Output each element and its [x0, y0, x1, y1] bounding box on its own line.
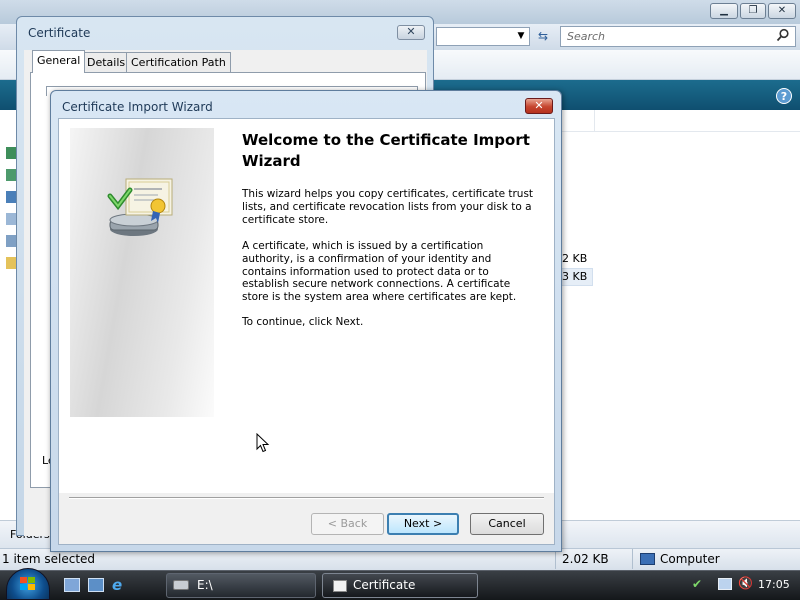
taskbar-item-label: Certificate — [353, 578, 416, 592]
cancel-button[interactable]: Cancel — [470, 513, 544, 535]
wizard-side-banner — [70, 128, 214, 417]
switch-windows-icon[interactable] — [88, 578, 104, 592]
wizard-description-text: A certificate, which is issued by a cert… — [242, 240, 517, 304]
network-icon[interactable] — [718, 578, 732, 590]
tab-details[interactable]: Details — [82, 52, 131, 72]
status-location: Computer — [660, 552, 720, 566]
drive-icon — [173, 580, 189, 590]
wizard-separator — [69, 497, 544, 499]
status-divider — [632, 549, 633, 569]
wizard-heading: Welcome to the Certificate Import Wizard — [242, 131, 530, 170]
tray-app-icon[interactable]: ✔ — [692, 577, 706, 591]
nav-item-icon[interactable] — [6, 213, 16, 225]
chevron-down-icon[interactable]: ▼ — [512, 27, 530, 46]
file-size: 3 KB — [562, 270, 588, 283]
wizard-instruction-text: To continue, click Next. — [242, 316, 364, 328]
refresh-icon[interactable]: ⇆ — [532, 27, 554, 46]
taskbar-item-certificate[interactable]: Certificate — [322, 573, 478, 598]
minimize-button[interactable]: ▁ — [710, 3, 738, 19]
wizard-close-button[interactable]: ✕ — [525, 98, 553, 114]
start-button[interactable] — [6, 568, 50, 600]
help-icon[interactable]: ? — [776, 88, 792, 104]
column-divider[interactable] — [594, 110, 595, 132]
mouse-cursor-icon — [256, 432, 270, 453]
folder-icon[interactable] — [6, 257, 16, 269]
computer-icon — [640, 553, 655, 565]
status-selection: 1 item selected — [2, 552, 96, 566]
taskbar-item-drive[interactable]: E:\ — [166, 573, 316, 598]
search-icon[interactable] — [776, 28, 792, 44]
nav-item-icon[interactable] — [6, 191, 16, 203]
back-button[interactable]: < Back — [311, 513, 384, 535]
certificate-close-button[interactable]: ✕ — [397, 25, 425, 40]
maximize-button[interactable]: ❐ — [740, 3, 766, 19]
status-divider — [555, 549, 556, 569]
nav-item-icon[interactable] — [6, 235, 16, 247]
nav-item-icon[interactable] — [6, 169, 16, 181]
certificate-icon — [333, 580, 347, 592]
volume-muted-icon[interactable]: 🔇 — [738, 576, 754, 592]
certificate-window-title: Certificate — [28, 26, 91, 40]
internet-explorer-icon[interactable]: e — [112, 578, 128, 593]
tab-general[interactable]: General — [32, 50, 86, 73]
clock[interactable]: 17:05 — [758, 578, 790, 591]
file-size: 2 KB — [562, 252, 588, 265]
tab-certification-path[interactable]: Certification Path — [126, 52, 231, 72]
close-button[interactable]: ✕ — [768, 3, 796, 19]
taskbar-item-label: E:\ — [197, 578, 213, 592]
show-desktop-icon[interactable] — [64, 578, 80, 592]
nav-item-icon[interactable] — [6, 147, 16, 159]
wizard-intro-text: This wizard helps you copy certificates,… — [242, 188, 534, 226]
status-size: 2.02 KB — [562, 552, 609, 566]
wizard-title: Certificate Import Wizard — [62, 100, 213, 114]
certificate-import-icon — [106, 176, 176, 242]
next-button[interactable]: Next > — [387, 513, 459, 535]
search-input[interactable]: Search — [560, 26, 796, 47]
